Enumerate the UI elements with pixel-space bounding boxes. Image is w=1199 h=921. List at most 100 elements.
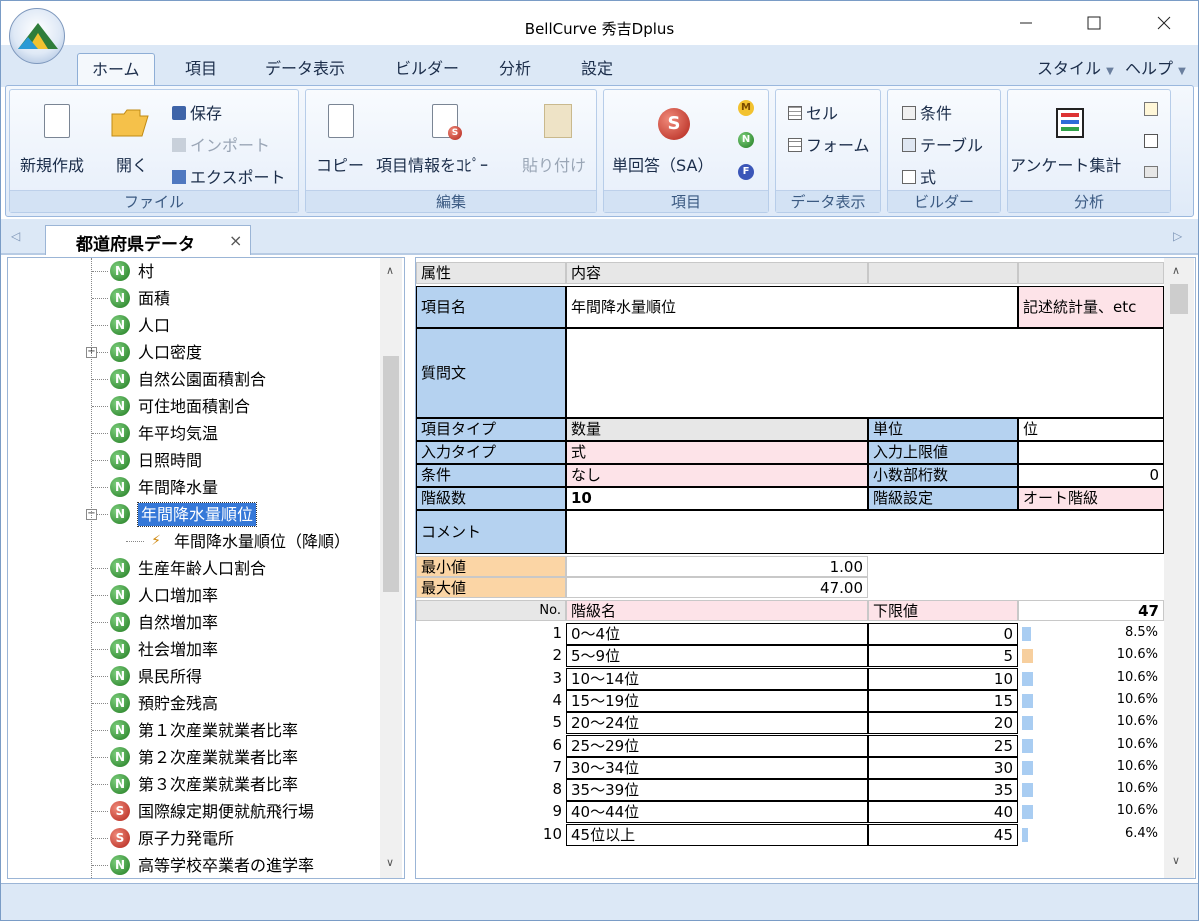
maximize-button[interactable] (1071, 5, 1117, 41)
comment-field[interactable] (566, 510, 1164, 554)
numeric-item-icon[interactable]: N (738, 132, 754, 148)
tree-item[interactable]: N 預貯金残高 (8, 690, 378, 717)
tree-item[interactable]: + N 人口密度 (8, 339, 378, 366)
class-name-cell[interactable]: 30～34位 (566, 756, 868, 779)
tree-item[interactable]: N 人口 (8, 312, 378, 339)
tree-item[interactable]: N 面積 (8, 285, 378, 312)
class-name-cell[interactable]: 10～14位 (566, 667, 868, 690)
minimize-button[interactable] (1003, 5, 1049, 41)
decimals-field[interactable]: 0 (1018, 464, 1164, 487)
tree-item[interactable]: N 県民所得 (8, 663, 378, 690)
tree-item[interactable]: N 高等学校卒業者の進学率 (8, 852, 378, 878)
tree-item[interactable]: N 生産年齢人口割合 (8, 555, 378, 582)
multi-answer-icon[interactable]: M (738, 100, 754, 116)
descriptive-stats-button[interactable]: 記述統計量、etc (1018, 286, 1164, 328)
class-lower-cell[interactable]: 10 (868, 667, 1018, 690)
tree-item[interactable]: N 社会増加率 (8, 636, 378, 663)
class-lower-cell[interactable]: 40 (868, 801, 1018, 824)
table-button[interactable]: テーブル (902, 132, 983, 156)
tree-item[interactable]: N村 (8, 258, 378, 285)
survey-tabulation-button[interactable]: アンケート集計 (1010, 100, 1130, 180)
condition-value[interactable]: なし (566, 464, 868, 487)
save-button[interactable]: 保存 (172, 100, 222, 124)
tab-builder[interactable]: ビルダー (381, 53, 473, 87)
scroll-right-icon[interactable]: ▷ (1173, 229, 1182, 243)
style-menu[interactable]: スタイル ▼ (1037, 55, 1114, 79)
tree-item[interactable]: − N 年間降水量順位 (8, 501, 378, 528)
tab-settings[interactable]: 設定 (567, 53, 627, 87)
report-icon[interactable] (1144, 166, 1158, 178)
class-lower-cell[interactable]: 30 (868, 756, 1018, 779)
class-lower-cell[interactable]: 45 (868, 823, 1018, 846)
scroll-down-icon[interactable]: ∨ (1172, 854, 1180, 867)
question-field[interactable] (566, 328, 1164, 418)
help-menu[interactable]: ヘルプ ▼ (1125, 55, 1186, 79)
class-name-cell[interactable]: 40～44位 (566, 801, 868, 824)
cell-view-button[interactable]: セル (788, 100, 838, 124)
grid-scroll-thumb[interactable] (1170, 284, 1188, 314)
formula-button[interactable]: 式 (902, 164, 936, 188)
import-button[interactable]: インポート (172, 132, 270, 156)
item-name-field[interactable]: 年間降水量順位 (566, 286, 1018, 328)
form-view-button[interactable]: フォーム (788, 132, 870, 156)
formula-item-icon[interactable]: F (738, 164, 754, 180)
item-type-value[interactable]: 数量 (566, 418, 868, 441)
open-button[interactable]: 開く (104, 100, 160, 180)
tree-item[interactable]: N 可住地面積割合 (8, 393, 378, 420)
export-button[interactable]: エクスポート (172, 164, 286, 188)
input-type-value[interactable]: 式 (566, 441, 868, 464)
close-button[interactable] (1141, 5, 1187, 41)
close-tab-icon[interactable]: × (229, 231, 242, 250)
class-name-cell[interactable]: 20～24位 (566, 712, 868, 735)
paste-button[interactable]: 貼り付け (520, 100, 592, 180)
single-answer-button[interactable]: S 単回答（SA） (610, 100, 730, 180)
tab-home[interactable]: ホーム (77, 53, 155, 87)
tree-item[interactable]: N 第１次産業就業者比率 (8, 717, 378, 744)
tree-item[interactable]: N 人口増加率 (8, 582, 378, 609)
class-lower-cell[interactable]: 25 (868, 734, 1018, 757)
condition-button[interactable]: 条件 (902, 100, 952, 124)
tree-item[interactable]: S 国際線定期便就航飛行場 (8, 798, 378, 825)
tab-data-view[interactable]: データ表示 (251, 53, 359, 87)
crosstab-icon[interactable] (1144, 134, 1158, 148)
tree-scroll-thumb[interactable] (383, 356, 399, 592)
upper-limit-field[interactable] (1018, 441, 1164, 464)
unit-field[interactable]: 位 (1018, 418, 1164, 441)
class-lower-cell[interactable]: 20 (868, 712, 1018, 735)
copy-button[interactable]: コピー (314, 100, 366, 180)
grid-scrollbar[interactable]: ∧ ∨ (1164, 258, 1194, 878)
tree-item[interactable]: N 日照時間 (8, 447, 378, 474)
scroll-up-icon[interactable]: ∧ (386, 264, 394, 277)
class-name-cell[interactable]: 25～29位 (566, 734, 868, 757)
class-setting-value[interactable]: オート階級 (1018, 487, 1164, 510)
tree-scrollbar[interactable]: ∧ ∨ (380, 258, 402, 878)
class-name-cell[interactable]: 35～39位 (566, 779, 868, 802)
class-name-cell[interactable]: 15～19位 (566, 689, 868, 712)
class-lower-cell[interactable]: 0 (868, 623, 1018, 645)
tree-item[interactable]: N 自然公園面積割合 (8, 366, 378, 393)
doc-tab-prefecture-data[interactable]: 都道府県データ × (45, 225, 251, 255)
tree-item[interactable]: N 年間降水量 (8, 474, 378, 501)
class-lower-cell[interactable]: 35 (868, 779, 1018, 802)
copy-item-info-button[interactable]: S 項目情報をｺﾋﾟｰ (374, 100, 524, 180)
scroll-up-icon[interactable]: ∧ (1172, 264, 1180, 277)
chart-icon[interactable] (1144, 102, 1158, 116)
tree-item[interactable]: N 第２次産業就業者比率 (8, 744, 378, 771)
tree-item[interactable]: S 原子力発電所 (8, 825, 378, 852)
tree-item[interactable]: N 年平均気温 (8, 420, 378, 447)
tree-item[interactable]: ⚡ 年間降水量順位（降順） (8, 528, 378, 555)
class-name-cell[interactable]: 5～9位 (566, 645, 868, 668)
tree-item[interactable]: N 第３次産業就業者比率 (8, 771, 378, 798)
class-lower-cell[interactable]: 15 (868, 689, 1018, 712)
tab-item[interactable]: 項目 (171, 53, 231, 87)
new-button[interactable]: 新規作成 (18, 100, 98, 180)
class-lower-cell[interactable]: 5 (868, 645, 1018, 668)
app-logo[interactable] (9, 8, 65, 64)
tree-item[interactable]: N 自然増加率 (8, 609, 378, 636)
class-count-field[interactable]: 10 (566, 487, 868, 510)
class-name-cell[interactable]: 0～4位 (566, 623, 868, 645)
class-name-cell[interactable]: 45位以上 (566, 823, 868, 846)
scroll-left-icon[interactable]: ◁ (11, 229, 20, 243)
tab-analysis[interactable]: 分析 (485, 53, 545, 87)
scroll-down-icon[interactable]: ∨ (386, 856, 394, 869)
